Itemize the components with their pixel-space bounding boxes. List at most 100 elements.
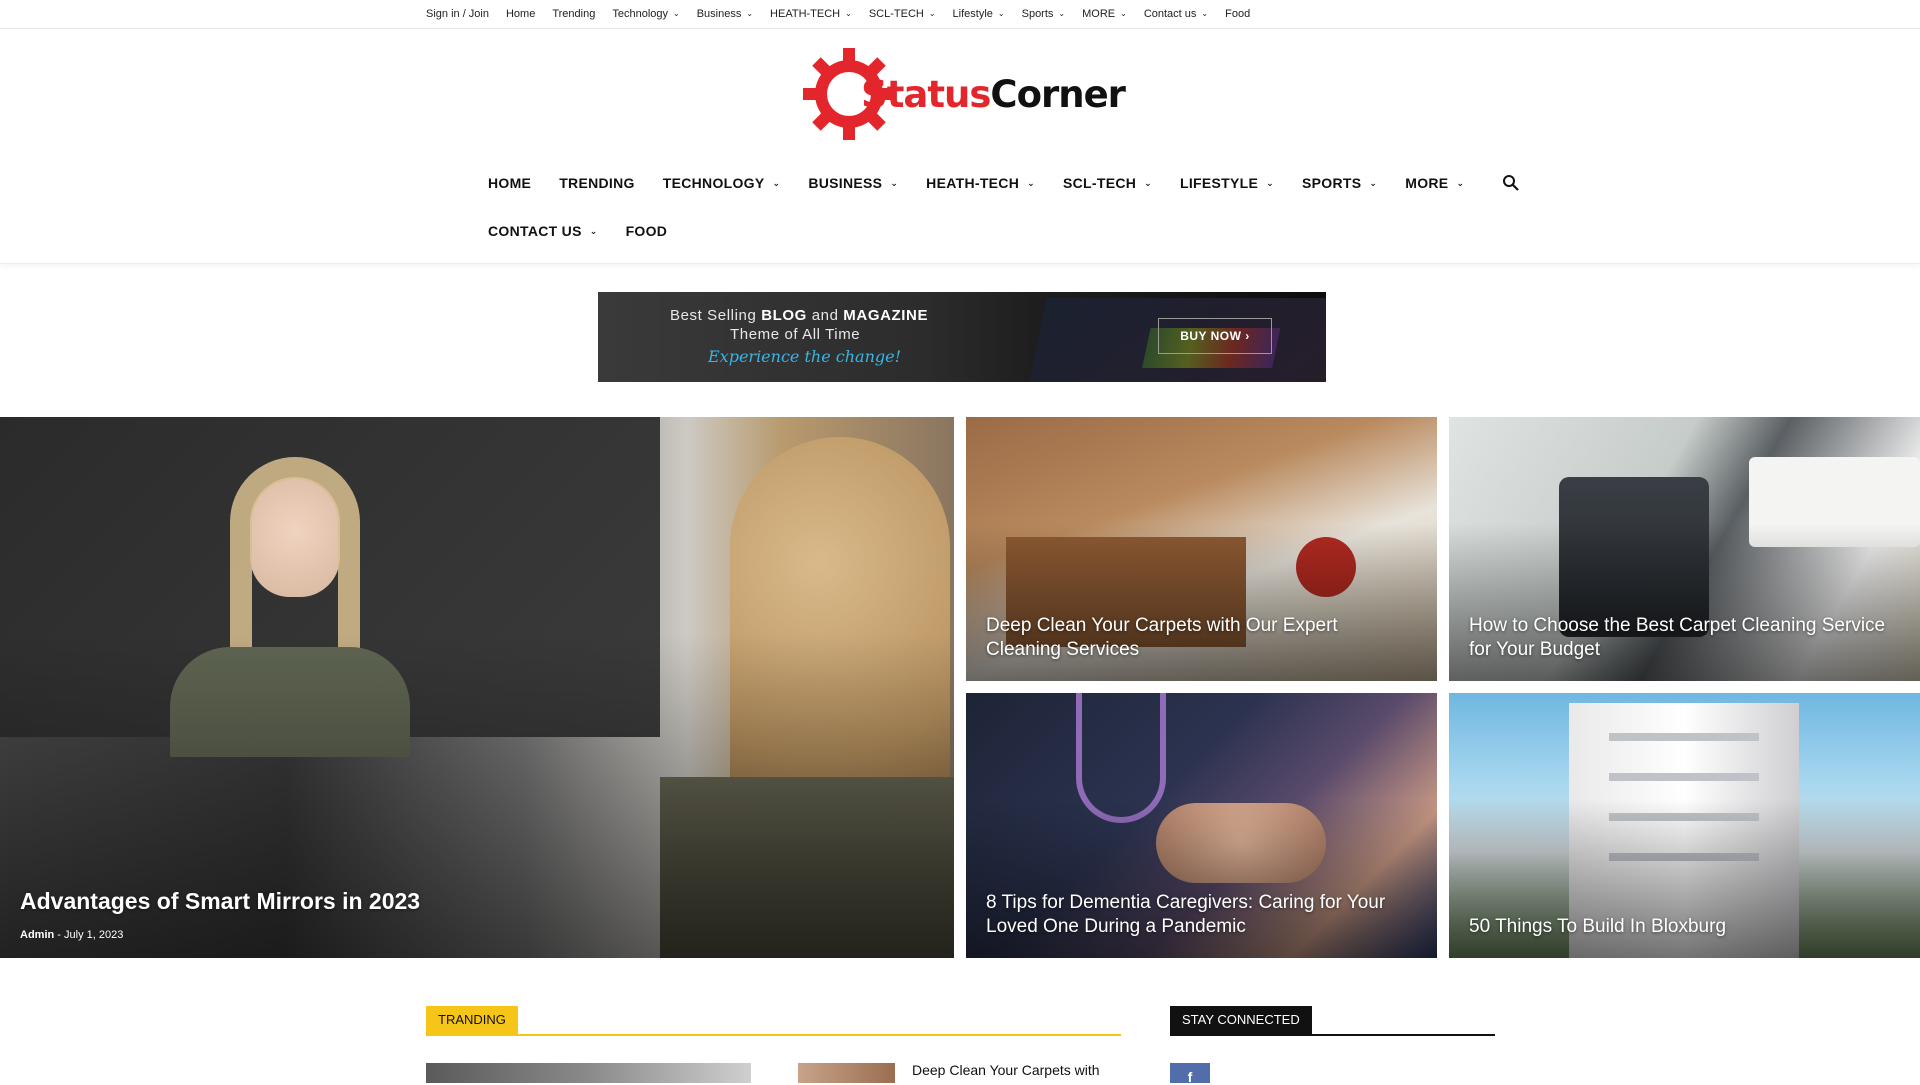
topbar-item-label: Lifestyle (952, 8, 993, 20)
topbar-item-label: Technology (612, 8, 668, 20)
nav-item-label: CONTACT US (488, 223, 582, 239)
topbar-item-label: Food (1225, 8, 1251, 20)
nav-item-lifestyle[interactable]: LIFESTYLE ⌄ (1180, 175, 1274, 191)
featured-grid: Advantages of Smart Mirrors in 2023 Admi… (0, 417, 1920, 958)
nav-item-label: LIFESTYLE (1180, 175, 1259, 191)
topbar-item-label: MORE (1082, 8, 1116, 20)
chevron-down-icon: ⌄ (1266, 177, 1275, 188)
chevron-down-icon: ⌄ (1144, 177, 1153, 188)
trending-item-title[interactable]: Deep Clean Your Carpets with (912, 1062, 1100, 1078)
topbar-item-more[interactable]: MORE ⌄ (1082, 8, 1127, 20)
featured-tile-4-title[interactable]: 50 Things To Build In Bloxburg (1469, 915, 1900, 939)
topbar-item-label: Contact us (1143, 8, 1197, 20)
logo-text-corner: Corner (990, 72, 1126, 116)
topbar-item-label: Sign in / Join (426, 8, 489, 20)
ad-banner-area: Best Selling BLOG and MAGAZINE Theme of … (0, 264, 1920, 409)
featured-tile-2-title[interactable]: How to Choose the Best Carpet Cleaning S… (1469, 614, 1900, 662)
trending-section-header: TRANDING (426, 1006, 1121, 1036)
main-navigation: HOME TRENDING TECHNOLOGY ⌄ BUSINESS ⌄ HEATH-TE… (0, 159, 1920, 264)
search-icon[interactable] (1502, 174, 1520, 192)
chevron-down-icon: ⌄ (1369, 177, 1378, 188)
topbar-item-label: Sports (1021, 8, 1054, 20)
chevron-down-icon: ⌄ (928, 8, 936, 18)
chevron-down-icon: ⌄ (1201, 8, 1209, 18)
top-bar: Sign in / Join Home Trending Technology ⌄ Bus… (0, 0, 1920, 29)
trending-thumb-1[interactable] (426, 1063, 751, 1083)
post-author[interactable]: Admin (20, 929, 54, 941)
nav-item-business[interactable]: BUSINESS ⌄ (808, 175, 898, 191)
chevron-down-icon: ⌄ (1456, 177, 1465, 188)
stay-connected-header: STAY CONNECTED (1170, 1006, 1495, 1036)
topbar-item-lifestyle[interactable]: Lifestyle ⌄ (953, 8, 1005, 20)
logo-text-status: Status (861, 72, 991, 116)
nav-item-contact-us[interactable]: CONTACT US ⌄ (488, 223, 598, 239)
logo-text: StatusCorner (861, 72, 1126, 116)
topbar-item-label: Trending (552, 8, 596, 20)
top-bar-menu: Sign in / Join Home Trending Technology ⌄ Bus… (426, 8, 1267, 20)
topbar-item-label: SCL-TECH (868, 8, 924, 20)
featured-main-title[interactable]: Advantages of Smart Mirrors in 2023 (20, 887, 934, 915)
topbar-item-label: HEATH-TECH (770, 8, 841, 20)
topbar-item-sign-in-join[interactable]: Sign in / Join (426, 8, 489, 20)
featured-tile-1[interactable]: Deep Clean Your Carpets with Our Expert … (966, 417, 1437, 681)
main-nav-row-1: HOME TRENDING TECHNOLOGY ⌄ BUSINESS ⌄ HEATH-TE… (0, 159, 1920, 207)
nav-item-trending[interactable]: TRENDING (559, 175, 635, 191)
banner-line-1: Best Selling BLOG and MAGAZINE (670, 307, 928, 324)
stay-connected-label: STAY CONNECTED (1170, 1006, 1312, 1034)
nav-item-more[interactable]: MORE ⌄ (1405, 175, 1464, 191)
chevron-down-icon: ⌄ (1120, 8, 1127, 18)
nav-item-label: SCL-TECH (1062, 175, 1137, 191)
banner-line-1-magazine: MAGAZINE (843, 306, 929, 324)
topbar-item-sports[interactable]: Sports ⌄ (1022, 8, 1066, 20)
nav-item-food[interactable]: FOOD (626, 223, 668, 239)
topbar-item-food[interactable]: Food (1225, 8, 1250, 20)
trending-thumb-2[interactable] (798, 1063, 895, 1083)
topbar-item-label: Home (505, 8, 536, 20)
nav-item-scl-tech[interactable]: SCL-TECH ⌄ (1063, 175, 1152, 191)
chevron-down-icon: ⌄ (845, 8, 852, 18)
topbar-item-business[interactable]: Business ⌄ (697, 8, 753, 20)
chevron-down-icon: ⌄ (772, 177, 781, 188)
banner-line-1-pre: Best Selling (670, 306, 762, 324)
topbar-item-trending[interactable]: Trending (552, 8, 595, 20)
featured-tile-4[interactable]: 50 Things To Build In Bloxburg (1449, 693, 1920, 958)
buy-now-button[interactable]: BUY NOW › (1158, 317, 1272, 354)
topbar-item-technology[interactable]: Technology ⌄ (612, 8, 679, 20)
topbar-item-heath-tech[interactable]: HEATH-TECH ⌄ (770, 8, 852, 20)
nav-item-home[interactable]: HOME (488, 175, 531, 191)
nav-item-label: TECHNOLOGY (662, 175, 765, 191)
topbar-item-home[interactable]: Home (506, 8, 535, 20)
site-logo[interactable]: StatusCorner (799, 44, 1126, 144)
nav-item-label: SPORTS (1302, 175, 1362, 191)
nav-item-label: TRENDING (559, 175, 635, 191)
topbar-item-scl-tech[interactable]: SCL-TECH ⌄ (869, 8, 936, 20)
chevron-down-icon: ⌄ (746, 8, 754, 18)
facebook-icon[interactable]: f (1170, 1063, 1210, 1085)
logo-area: StatusCorner (0, 29, 1920, 159)
nav-item-label: BUSINESS (808, 175, 883, 191)
featured-tile-3[interactable]: 8 Tips for Dementia Caregivers: Caring f… (966, 693, 1437, 958)
banner-line-1-mid: and (806, 306, 844, 324)
topbar-item-label: Business (696, 8, 742, 20)
chevron-down-icon: ⌄ (1027, 177, 1035, 188)
banner-line-2: Theme of All Time (730, 325, 861, 343)
featured-tile-1-title[interactable]: Deep Clean Your Carpets with Our Expert … (986, 614, 1417, 662)
featured-tile-2[interactable]: How to Choose the Best Carpet Cleaning S… (1449, 417, 1920, 681)
nav-item-label: MORE (1405, 175, 1449, 191)
trending-label: TRANDING (426, 1006, 518, 1034)
nav-item-heath-tech[interactable]: HEATH-TECH ⌄ (926, 175, 1035, 191)
chevron-down-icon: ⌄ (890, 177, 899, 188)
featured-main-meta: Admin - July 1, 2023 (20, 929, 124, 941)
nav-item-label: HOME (488, 175, 532, 191)
chevron-down-icon: ⌄ (589, 225, 598, 236)
ad-banner[interactable]: Best Selling BLOG and MAGAZINE Theme of … (598, 291, 1326, 382)
featured-main-tile[interactable]: Advantages of Smart Mirrors in 2023 Admi… (0, 417, 954, 958)
chevron-down-icon: ⌄ (997, 8, 1005, 18)
nav-item-label: HEATH-TECH (926, 175, 1020, 191)
featured-tile-3-title[interactable]: 8 Tips for Dementia Caregivers: Caring f… (986, 891, 1417, 939)
nav-item-technology[interactable]: TECHNOLOGY ⌄ (663, 175, 781, 191)
chevron-down-icon: ⌄ (1058, 8, 1066, 18)
nav-item-sports[interactable]: SPORTS ⌄ (1302, 175, 1377, 191)
banner-line-1-blog: BLOG (761, 306, 807, 324)
topbar-item-contact-us[interactable]: Contact us ⌄ (1144, 8, 1208, 20)
